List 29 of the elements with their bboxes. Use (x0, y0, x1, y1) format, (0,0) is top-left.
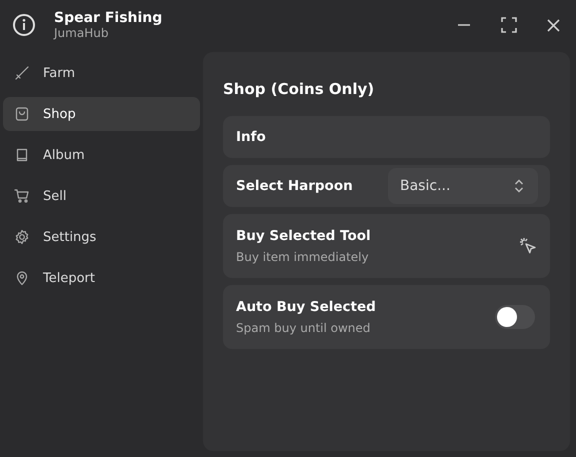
setting-card[interactable]: Buy Selected Tool Buy item immediately (223, 214, 550, 278)
page-title: Shop (Coins Only) (223, 80, 376, 98)
sidebar-item[interactable]: Teleport (3, 261, 200, 295)
sidebar-item[interactable]: Sell (3, 179, 200, 213)
window-title: Spear Fishing (54, 10, 164, 26)
maximize-icon[interactable] (501, 17, 517, 33)
harpoon-dropdown[interactable]: Basic... (388, 168, 538, 204)
chevron-up-down-icon (514, 179, 524, 193)
sidebar-item[interactable]: Album (3, 138, 200, 172)
setting-title: Buy Selected Tool (236, 228, 372, 244)
bag-icon (14, 106, 30, 122)
window-subtitle: JumaHub (54, 26, 110, 40)
gear-icon (14, 229, 30, 245)
location-pin-icon (14, 270, 30, 286)
setting-title: Auto Buy Selected (236, 299, 377, 315)
book-icon (14, 147, 30, 163)
sidebar-item[interactable]: Shop (3, 97, 200, 131)
toggle-switch[interactable] (495, 305, 535, 329)
close-icon[interactable] (547, 18, 560, 32)
setting-title: Info (236, 129, 267, 145)
sword-icon (14, 65, 30, 81)
info-icon[interactable] (12, 13, 36, 37)
setting-title: Select Harpoon (236, 178, 354, 194)
pointer-click-icon (519, 237, 537, 255)
sidebar-item[interactable]: Farm (3, 56, 200, 90)
setting-description: Buy item immediately (236, 250, 370, 264)
setting-description: Spam buy until owned (236, 321, 372, 335)
cart-icon (14, 188, 30, 204)
sidebar-item[interactable]: Settings (3, 220, 200, 254)
